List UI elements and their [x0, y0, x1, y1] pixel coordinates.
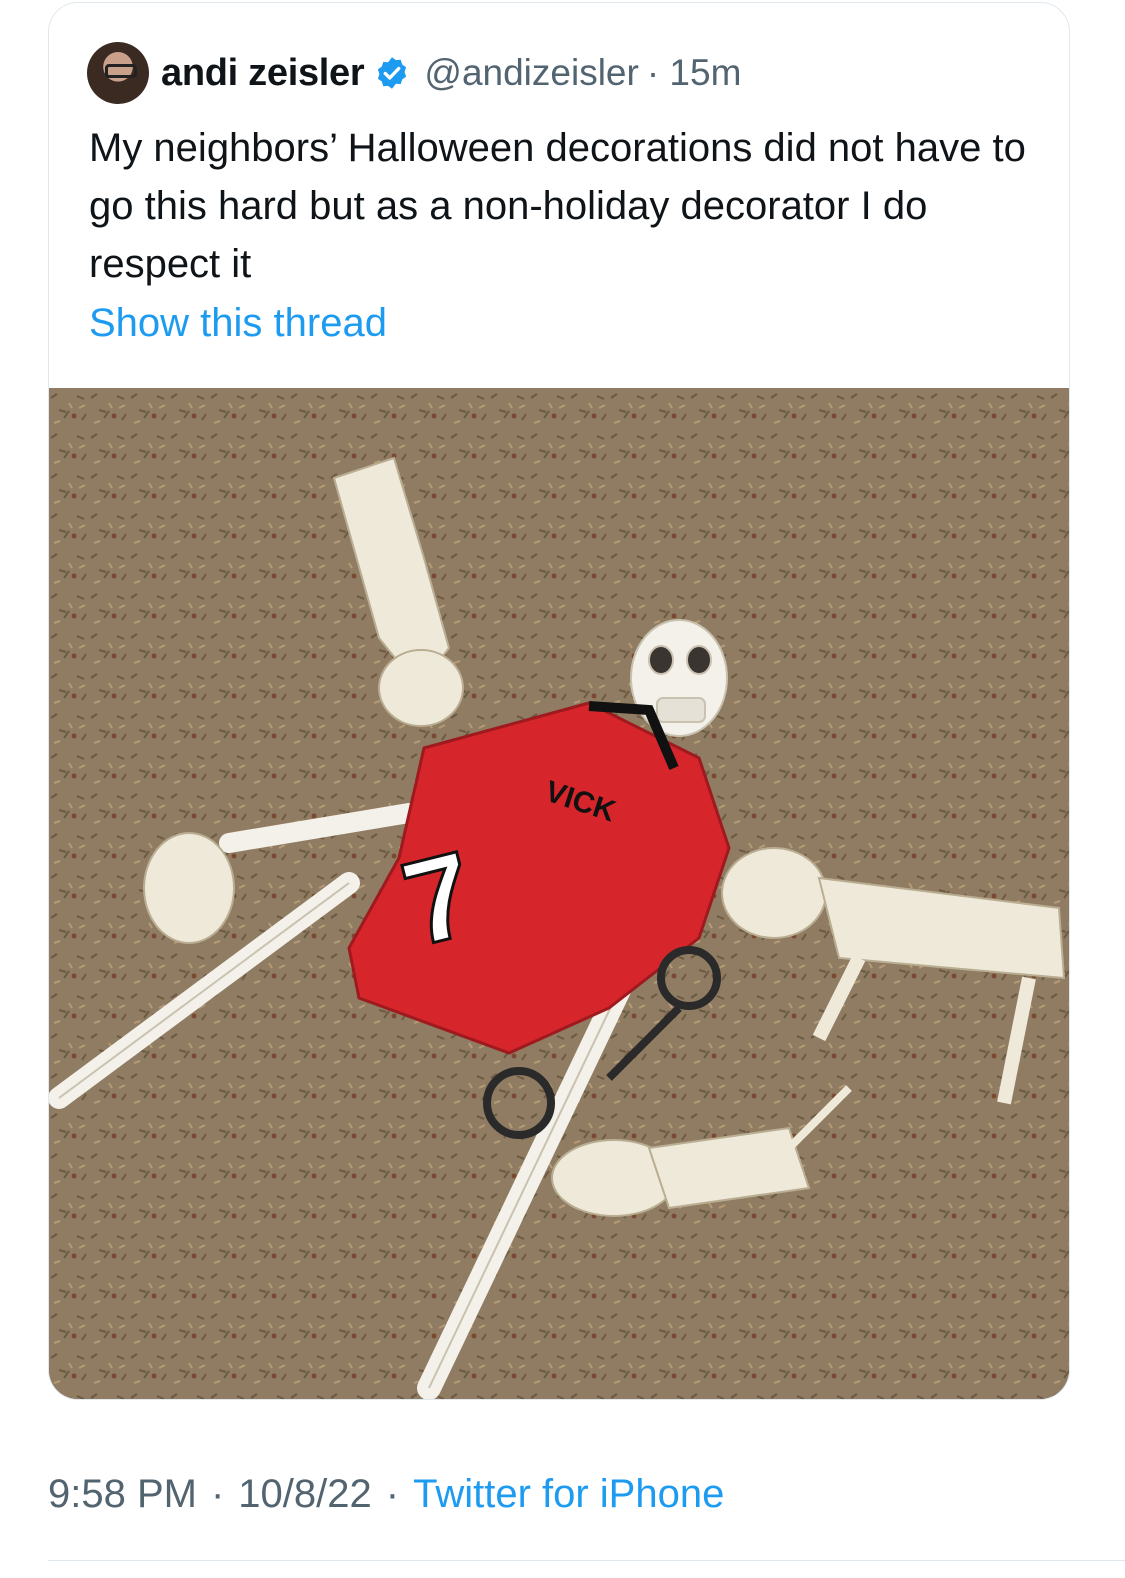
show-thread-link[interactable]: Show this thread	[89, 301, 387, 346]
tweet-photo[interactable]: VICK 7	[49, 388, 1069, 1399]
photo-illustration: VICK 7	[49, 388, 1069, 1399]
tweet-header: andi zeisler @andizeisler · 15m	[87, 41, 741, 105]
tweet-card[interactable]: andi zeisler @andizeisler · 15m My neigh…	[48, 2, 1070, 1400]
author-handle[interactable]: @andizeisler	[424, 52, 638, 94]
avatar[interactable]	[87, 42, 149, 104]
tweet-date[interactable]: 10/8/22	[238, 1472, 371, 1517]
verified-badge-icon	[378, 57, 407, 89]
tweet-text: My neighbors’ Halloween decorations did …	[89, 126, 1026, 286]
separator: ·	[385, 1472, 400, 1516]
tweet-footer: 9:58 PM · 10/8/22 · Twitter for iPhone	[48, 1472, 724, 1517]
tweet-source-link[interactable]: Twitter for iPhone	[413, 1472, 724, 1517]
small-skeleton-left	[143, 832, 235, 944]
timestamp-relative[interactable]: · 15m	[647, 52, 742, 94]
author-name[interactable]: andi zeisler	[161, 52, 365, 95]
divider	[48, 1560, 1125, 1561]
tweet-time[interactable]: 9:58 PM	[48, 1472, 197, 1517]
separator: ·	[210, 1472, 225, 1516]
